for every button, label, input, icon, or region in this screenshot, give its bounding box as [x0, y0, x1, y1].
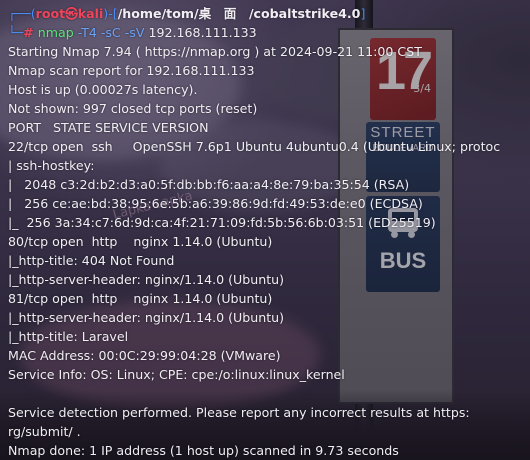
output-line: | 256 ce:ae:bd:38:95:6e:5b:a6:39:86:9d:f…: [8, 196, 423, 211]
command-program: nmap: [37, 25, 74, 40]
output-line: |_http-server-header: nginx/1.14.0 (Ubun…: [8, 310, 285, 325]
output-line: Starting Nmap 7.94 ( https://nmap.org ) …: [8, 44, 422, 59]
output-line: Service detection performed. Please repo…: [8, 405, 470, 420]
output-line: Nmap done: 1 IP address (1 host up) scan…: [8, 443, 399, 458]
prompt-path: /home/tom/桌 面 /cobaltstrike4.0: [117, 6, 361, 21]
output-line: Service Info: OS: Linux; CPE: cpe:/o:lin…: [8, 367, 345, 382]
output-line: |_http-title: 404 Not Found: [8, 253, 175, 268]
output-line: 80/tcp open http nginx 1.14.0 (Ubuntu): [8, 234, 273, 249]
output-line: 22/tcp open ssh OpenSSH 7.6p1 Ubuntu 4ub…: [8, 139, 501, 154]
prompt-header: ┌──(root㉿kali)-[/home/tom/桌 面 /cobaltstr…: [8, 6, 366, 21]
output-line: Nmap scan report for 192.168.111.133: [8, 63, 255, 78]
output-line: |_http-title: Laravel: [8, 329, 129, 344]
output-line: 81/tcp open http nginx 1.14.0 (Ubuntu): [8, 291, 273, 306]
command-args: -T4 -sC -sV: [77, 25, 145, 40]
output-line: |_ 256 3a:34:c7:6d:9d:ca:4f:21:71:09:fd:…: [8, 215, 436, 230]
terminal-output-area[interactable]: ┌──(root㉿kali)-[/home/tom/桌 面 /cobaltstr…: [0, 0, 530, 460]
command-line[interactable]: └─# nmap -T4 -sC -sV 192.168.111.133: [8, 24, 257, 41]
output-line: Host is up (0.00027s latency).: [8, 82, 198, 97]
prompt-user-host: root㉿kali: [35, 6, 104, 21]
prompt-symbol: #: [23, 25, 34, 40]
output-line: |_http-server-header: nginx/1.14.0 (Ubun…: [8, 272, 285, 287]
output-line: PORT STATE SERVICE VERSION: [8, 120, 209, 135]
output-line: | ssh-hostkey:: [8, 158, 95, 173]
command-target: 192.168.111.133: [148, 25, 257, 40]
output-line: MAC Address: 00:0C:29:99:04:28 (VMware): [8, 348, 281, 363]
output-line: rg/submit/ .: [8, 424, 81, 439]
output-line: | 2048 c3:2d:b2:d3:a0:5f:db:bb:f6:aa:a4:…: [8, 177, 410, 192]
output-line: Not shown: 997 closed tcp ports (reset): [8, 101, 258, 116]
